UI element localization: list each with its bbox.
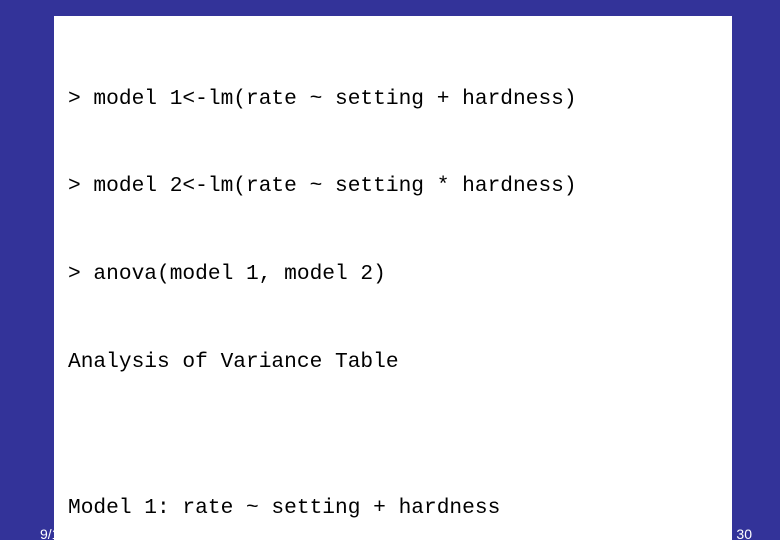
code-line: > anova(model 1, model 2) bbox=[68, 260, 722, 289]
conclusion-text: Conclusion: since the F-value is small a… bbox=[70, 370, 718, 469]
code-line: Model 1: rate ~ setting + hardness bbox=[68, 494, 722, 523]
code-line: > model 2<-lm(rate ~ setting * hardness) bbox=[68, 172, 722, 201]
slide: > model 1<-lm(rate ~ setting + hardness)… bbox=[0, 0, 780, 540]
code-line: > model 1<-lm(rate ~ setting + hardness) bbox=[68, 85, 722, 114]
footer-title: 330 lecture 17 bbox=[0, 526, 780, 540]
footer-page-number: 30 bbox=[736, 526, 752, 540]
